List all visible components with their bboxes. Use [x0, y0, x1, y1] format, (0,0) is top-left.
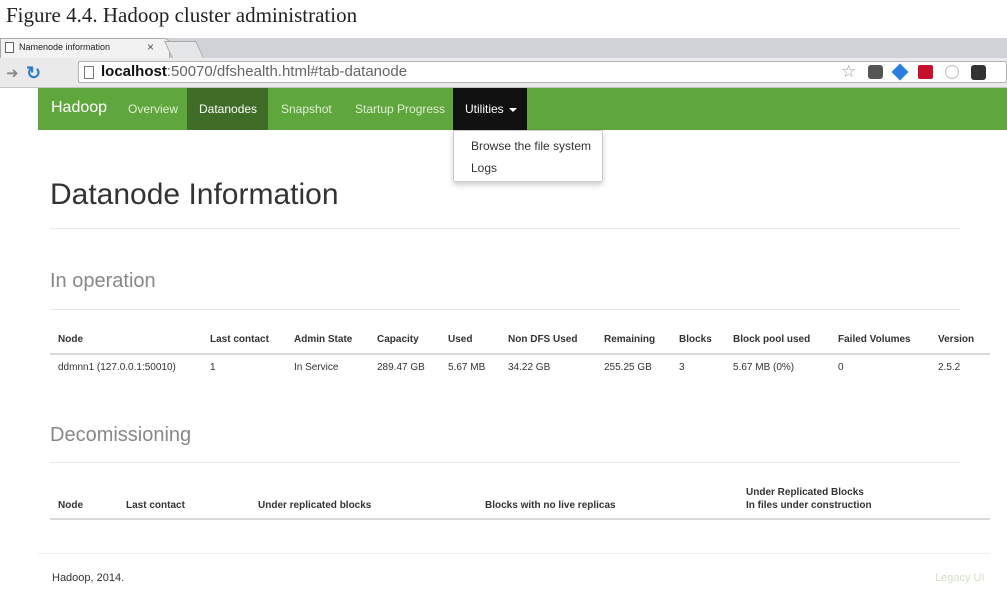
section-title-in-operation: In operation	[50, 270, 156, 292]
dropdown-item-logs[interactable]: Logs	[471, 161, 497, 175]
utilities-dropdown: Browse the file system Logs	[453, 130, 603, 182]
divider	[50, 309, 960, 310]
cell-capacity: 289.47 GB	[377, 362, 425, 373]
cell-node: ddmnn1 (127.0.0.1:50010)	[58, 362, 176, 373]
star-icon[interactable]: ☆	[841, 62, 856, 82]
header-rule	[50, 518, 990, 520]
pocket-icon[interactable]	[868, 65, 883, 79]
column-header-under-replicated-construction-line2: In files under construction	[746, 500, 872, 511]
legacy-ui-link[interactable]: Legacy UI	[935, 572, 985, 584]
nav-utilities[interactable]: Utilities	[453, 88, 527, 130]
reload-icon[interactable]: ↻	[26, 63, 41, 84]
browser-toolbar: ➜ ↻ localhost:50070/dfshealth.html#tab-d…	[0, 58, 1007, 88]
url-path: :50070/dfshealth.html#tab-datanode	[166, 63, 408, 80]
extension-icon[interactable]	[918, 65, 933, 79]
dropdown-item-browse[interactable]: Browse the file system	[471, 139, 591, 153]
cell-remaining: 255.25 GB	[604, 362, 652, 373]
dropbox-icon[interactable]	[891, 63, 909, 81]
column-header-capacity: Capacity	[377, 334, 419, 345]
cell-non-dfs-used: 34.22 GB	[508, 362, 551, 373]
cell-version: 2.5.2	[938, 362, 961, 373]
divider	[50, 228, 960, 229]
column-header-blocks: Blocks	[679, 334, 712, 345]
url-host: localhost	[101, 63, 167, 80]
footer-copyright: Hadoop, 2014.	[52, 572, 125, 584]
section-title-decommissioning: Decomissioning	[50, 424, 192, 446]
column-header-node: Node	[58, 334, 83, 345]
column-header-version: Version	[938, 334, 975, 345]
hadoop-navbar: Hadoop Overview Datanodes Snapshot Start…	[38, 88, 1007, 130]
column-header-under-replicated-construction-line1: Under Replicated Blocks	[746, 487, 864, 498]
cell-block-pool-used: 5.67 MB (0%)	[733, 362, 795, 373]
nav-overview[interactable]: Overview	[116, 88, 190, 130]
cell-admin-state: In Service	[294, 362, 339, 373]
column-header-no-live-replicas: Blocks with no live replicas	[485, 500, 616, 511]
nav-snapshot[interactable]: Snapshot	[269, 88, 344, 130]
cell-used: 5.67 MB	[448, 362, 486, 373]
column-header-under-replicated: Under replicated blocks	[258, 500, 372, 511]
cell-blocks: 3	[679, 362, 685, 373]
column-header-failed-volumes: Failed Volumes	[838, 334, 911, 345]
column-header-node: Node	[58, 500, 83, 511]
menu-icon[interactable]	[971, 65, 986, 80]
column-header-admin-state: Admin State	[294, 334, 353, 345]
forward-icon[interactable]: ➜	[6, 64, 19, 82]
brand-link[interactable]: Hadoop	[51, 99, 107, 117]
browser-tab-bar: Namenode information ×	[0, 38, 1007, 58]
browser-tab[interactable]: Namenode information ×	[0, 38, 170, 58]
caret-down-icon	[508, 107, 517, 112]
column-header-last-contact: Last contact	[210, 334, 269, 345]
address-bar[interactable]: localhost:50070/dfshealth.html#tab-datan…	[78, 61, 1007, 83]
cell-failed-volumes: 0	[838, 362, 844, 373]
column-header-block-pool-used: Block pool used	[733, 334, 811, 345]
nav-utilities-label: Utilities	[465, 102, 504, 116]
nav-startup-progress[interactable]: Startup Progress	[343, 88, 457, 130]
tab-title: Namenode information	[19, 42, 111, 52]
column-header-used: Used	[448, 334, 473, 345]
figure-caption: Figure 4.4. Hadoop cluster administratio…	[6, 3, 358, 27]
column-header-remaining: Remaining	[604, 334, 656, 345]
nav-datanodes[interactable]: Datanodes	[187, 88, 268, 130]
divider	[50, 462, 960, 463]
footer-divider	[38, 553, 990, 554]
close-icon[interactable]: ×	[147, 40, 154, 54]
page-icon	[5, 42, 14, 53]
cell-last-contact: 1	[210, 362, 216, 373]
document-icon	[84, 66, 94, 79]
column-header-non-dfs-used: Non DFS Used	[508, 334, 578, 345]
header-rule	[50, 353, 990, 355]
user-icon[interactable]	[945, 65, 959, 79]
column-header-last-contact: Last contact	[126, 500, 185, 511]
page-title: Datanode Information	[50, 178, 339, 211]
new-tab-button[interactable]	[164, 41, 204, 58]
url-text[interactable]: localhost:50070/dfshealth.html#tab-datan…	[101, 63, 407, 80]
